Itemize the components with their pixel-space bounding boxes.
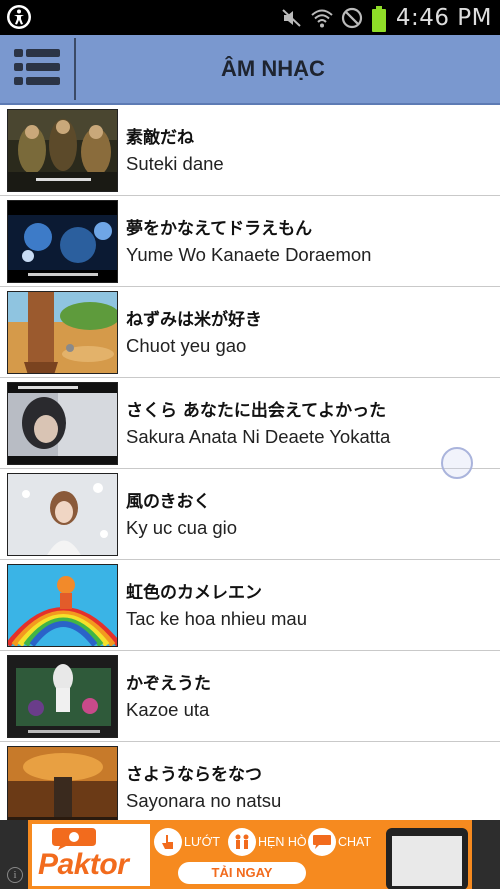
song-title: さようならをなつ — [126, 765, 262, 785]
ad-feature-date: HẸN HÒ — [228, 828, 307, 856]
video-thumbnail — [7, 746, 118, 829]
song-subtitle: Yume Wo Kanaete Doraemon — [126, 244, 372, 265]
song-title: 夢をかなえてドラえもん — [126, 219, 313, 239]
song-subtitle: Tac ke hoa nhieu mau — [126, 608, 308, 629]
list-item[interactable]: 虹色のカメレエン Tac ke hoa nhieu mau — [0, 560, 500, 651]
couple-icon — [228, 828, 256, 856]
song-title: ねずみは米が好き — [126, 310, 262, 330]
song-subtitle: Sayonara no natsu — [126, 790, 282, 811]
chat-bubble-icon — [52, 828, 96, 850]
chat-icon — [308, 828, 336, 856]
ad-banner[interactable]: i Paktor LƯỚT HẸN HÒ CHAT TẢI NGAY — [0, 820, 500, 889]
song-subtitle: Kazoe uta — [126, 699, 210, 720]
app-header: ÂM NHẠC — [0, 35, 500, 105]
page-title: ÂM NHẠC — [221, 56, 325, 81]
wifi-icon — [310, 6, 334, 30]
ad-feature-label: LƯỚT — [184, 835, 220, 849]
ad-content[interactable]: Paktor LƯỚT HẸN HÒ CHAT TẢI NGAY — [28, 820, 472, 889]
ad-download-button[interactable]: TẢI NGAY — [178, 862, 306, 884]
song-list: 素敵だね Suteki dane 夢をかなえてドラえもん Yume Wo Kan… — [0, 105, 500, 833]
song-subtitle: Suteki dane — [126, 153, 224, 174]
song-subtitle: Chuot yeu gao — [126, 335, 247, 356]
touch-indicator — [441, 447, 473, 479]
swipe-icon — [154, 828, 182, 856]
song-title: 虹色のカメレエン — [126, 583, 262, 603]
video-thumbnail — [7, 473, 118, 556]
song-title: 風のきおく — [126, 492, 211, 512]
ad-feature-label: HẸN HÒ — [258, 835, 307, 849]
list-item[interactable]: 風のきおく Ky uc cua gio — [0, 469, 500, 560]
accessibility-icon — [6, 4, 32, 30]
ad-feature-chat: CHAT — [308, 828, 371, 856]
list-item[interactable]: さくら あなたに出会えてよかった Sakura Anata Ni Deaete … — [0, 378, 500, 469]
song-subtitle: Sakura Anata Ni Deaete Yokatta — [126, 426, 391, 447]
video-thumbnail — [7, 382, 118, 465]
video-thumbnail — [7, 564, 118, 647]
video-thumbnail — [7, 109, 118, 192]
ad-logo-text: Paktor — [38, 848, 129, 881]
list-item[interactable]: 素敵だね Suteki dane — [0, 105, 500, 196]
ad-phone-image — [386, 828, 468, 889]
song-title: かぞえうた — [126, 674, 211, 694]
song-title: 素敵だね — [126, 128, 194, 148]
video-thumbnail — [7, 200, 118, 283]
ad-logo: Paktor — [32, 824, 150, 886]
blocked-icon — [340, 6, 364, 30]
video-thumbnail — [7, 655, 118, 738]
ad-info-icon[interactable]: i — [7, 867, 23, 883]
list-menu-icon — [14, 47, 60, 91]
status-bar: 4:46 PM — [0, 0, 500, 35]
song-subtitle: Ky uc cua gio — [126, 517, 238, 538]
list-item[interactable]: 夢をかなえてドラえもん Yume Wo Kanaete Doraemon — [0, 196, 500, 287]
ad-feature-label: CHAT — [338, 835, 372, 849]
list-item[interactable]: ねずみは米が好き Chuot yeu gao — [0, 287, 500, 378]
ad-feature-swipe: LƯỚT — [154, 828, 220, 856]
mute-icon — [280, 6, 304, 30]
video-thumbnail — [7, 291, 118, 374]
menu-button[interactable] — [0, 35, 74, 103]
battery-icon — [371, 5, 386, 32]
song-title: さくら あなたに出会えてよかった — [126, 401, 387, 421]
list-item[interactable]: かぞえうた Kazoe uta — [0, 651, 500, 742]
clock-time: 4:46 PM — [395, 4, 492, 31]
